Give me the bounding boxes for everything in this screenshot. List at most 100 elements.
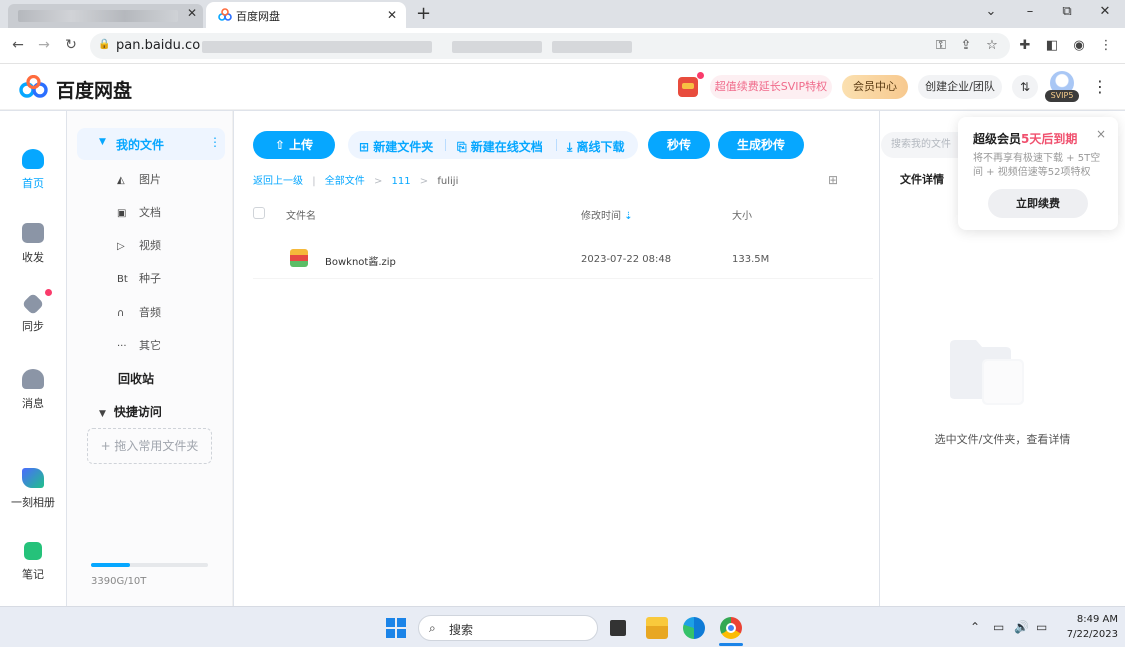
close-window-button[interactable]: ✕: [1090, 4, 1120, 19]
sidebar-item-quick-access[interactable]: ▼ 快捷访问: [99, 403, 162, 420]
share-icon: [22, 223, 44, 243]
extensions-icon[interactable]: ✚: [1016, 38, 1034, 53]
system-clock[interactable]: 8:49 AM 7/22/2023: [1062, 612, 1118, 642]
breadcrumb-back[interactable]: 返回上一级: [253, 176, 303, 187]
rail-item-messages[interactable]: 消息: [0, 369, 66, 411]
gift-chest-icon[interactable]: [678, 77, 698, 97]
svip-promo-button[interactable]: 超值续费延长SVIP特权: [710, 75, 832, 99]
table-header: 文件名 修改时间 ⇣ 大小: [253, 207, 873, 222]
windows-start-icon[interactable]: [386, 618, 406, 638]
new-folder-label: 新建文件夹: [373, 140, 434, 154]
popup-description: 将不再享有极速下载 + 5T空间 + 视频倍速等52项特权: [973, 153, 1101, 178]
sidebar-item-images[interactable]: ◭ 图片: [117, 171, 161, 187]
rail-item-album[interactable]: 一刻相册: [0, 468, 66, 510]
breadcrumb-separator: >: [419, 176, 429, 187]
close-tab-icon[interactable]: ✕: [184, 5, 200, 21]
edge-browser-icon[interactable]: [683, 617, 705, 639]
rail-item-sync[interactable]: 同步: [0, 292, 66, 334]
browser-tab-active[interactable]: 百度网盘 ✕: [206, 2, 406, 28]
torrent-icon: Bt: [117, 274, 128, 285]
upload-button[interactable]: ⇧ 上传: [253, 131, 335, 159]
more-options-icon[interactable]: ⋮: [209, 135, 221, 149]
sidebar-item-my-files[interactable]: ▼ 我的文件 ⋮: [77, 128, 225, 160]
rail-item-notes[interactable]: 笔记: [0, 542, 66, 582]
column-header-name[interactable]: 文件名: [286, 207, 316, 222]
key-icon[interactable]: ⚿: [932, 38, 950, 53]
column-header-modified[interactable]: 修改时间 ⇣: [581, 207, 633, 222]
select-all-checkbox[interactable]: [253, 207, 265, 219]
sidebar-item-videos[interactable]: ▷ 视频: [117, 237, 161, 253]
tray-device-icon[interactable]: ▭: [993, 620, 1004, 634]
sort-down-icon: ⇣: [624, 211, 633, 222]
create-team-button[interactable]: 创建企业/团队: [918, 75, 1002, 99]
profile-icon[interactable]: ◉: [1070, 38, 1088, 53]
generate-instant-link-button[interactable]: 生成秒传: [718, 131, 804, 159]
doc-plus-icon: ⎘: [457, 140, 471, 154]
bookmark-star-icon[interactable]: ☆: [983, 38, 1001, 53]
volume-icon[interactable]: 🔊: [1014, 620, 1029, 634]
maximize-button[interactable]: ⧉: [1052, 4, 1082, 19]
url-input[interactable]: 🔒 pan.baidu.co ⚿ ⇪ ☆: [90, 33, 1010, 59]
reload-icon[interactable]: ↻: [62, 37, 80, 53]
rail-item-label: 同步: [22, 320, 44, 333]
breadcrumb-all-files[interactable]: 全部文件: [325, 176, 365, 187]
sidebar-item-torrents[interactable]: Bt 种子: [117, 270, 161, 286]
tab-search-icon[interactable]: ⌄: [976, 4, 1006, 19]
upload-label: 上传: [289, 138, 314, 152]
battery-icon[interactable]: ▭: [1036, 620, 1047, 634]
detail-title: 文件详情: [900, 173, 944, 186]
browser-tab-bar: ✕ 百度网盘 ✕ + ⌄ – ⧉ ✕: [0, 0, 1125, 28]
rail-item-label: 消息: [22, 397, 44, 410]
image-icon: ◭: [117, 175, 125, 186]
storage-quota-text: 3390G/10T: [91, 576, 147, 587]
browser-tab-blurred[interactable]: [8, 4, 203, 28]
taskbar-search[interactable]: ⌕ 搜索: [418, 615, 598, 641]
lock-icon: 🔒: [98, 39, 111, 50]
breadcrumb-folder[interactable]: 111: [392, 176, 411, 187]
close-icon[interactable]: ×: [1096, 127, 1106, 141]
sidebar-item-recycle[interactable]: 回收站: [118, 370, 154, 387]
share-page-icon[interactable]: ⇪: [957, 38, 975, 53]
forward-arrow-icon[interactable]: →: [35, 37, 53, 53]
url-blur: [202, 41, 432, 53]
file-sidebar: ▼ 我的文件 ⋮ ◭ 图片 ▣ 文档 ▷ 视频 Bt 种子 ∩ 音频 ··· 其它 回收站 …: [67, 111, 233, 606]
column-header-size[interactable]: 大小: [732, 207, 752, 222]
file-explorer-icon[interactable]: [646, 617, 668, 639]
sidebar-item-others[interactable]: ··· 其它: [117, 337, 161, 353]
browser-menu-icon[interactable]: ⋮: [1097, 38, 1115, 53]
blurred-tab-title: [18, 10, 178, 22]
new-tab-button[interactable]: +: [416, 3, 431, 24]
side-panel-icon[interactable]: ◧: [1043, 38, 1061, 53]
sidebar-item-label: 音频: [139, 306, 161, 319]
transfer-list-button[interactable]: ⇅: [1012, 75, 1038, 99]
file-name[interactable]: Bowknot酱.zip: [325, 253, 396, 268]
sync-notification-dot: [45, 289, 52, 296]
close-tab-icon[interactable]: ✕: [384, 7, 400, 23]
sidebar-item-audio[interactable]: ∩ 音频: [117, 304, 161, 320]
minimize-button[interactable]: –: [1015, 4, 1045, 19]
instant-transfer-button[interactable]: 秒传: [648, 131, 710, 159]
tray-expand-icon[interactable]: ⌃: [970, 620, 980, 634]
table-row[interactable]: Bowknot酱.zip 2023-07-22 08:48 133.5M: [253, 243, 873, 279]
quick-access-drop-zone[interactable]: + 拖入常用文件夹: [87, 428, 212, 464]
new-folder-button[interactable]: ⊞ 新建文件夹: [359, 138, 433, 155]
sync-icon: [21, 292, 45, 316]
sidebar-item-docs[interactable]: ▣ 文档: [117, 204, 161, 220]
chrome-browser-icon[interactable]: [720, 617, 742, 639]
popup-title-prefix: 超级会员: [973, 132, 1022, 146]
rail-item-home[interactable]: 首页: [0, 149, 66, 191]
new-online-doc-button[interactable]: ⎘ 新建在线文档: [457, 138, 543, 155]
rail-item-share[interactable]: 收发: [0, 223, 66, 265]
os-taskbar: ⌕ 搜索 ⌃ ▭ 🔊 ▭ 8:49 AM 7/22/2023: [0, 606, 1125, 647]
task-view-icon[interactable]: [610, 620, 626, 636]
offline-download-button[interactable]: ⤓ 离线下载: [567, 138, 625, 155]
more-menu-icon[interactable]: ⋮: [1092, 77, 1108, 96]
album-icon: [22, 468, 44, 488]
sidebar-item-label: 种子: [139, 272, 161, 285]
vip-center-button[interactable]: 会员中心: [842, 75, 908, 99]
grid-view-icon[interactable]: ⊞: [828, 173, 838, 187]
back-arrow-icon[interactable]: ←: [9, 37, 27, 53]
renew-button[interactable]: 立即续费: [988, 189, 1088, 218]
storage-quota-bar: [91, 563, 208, 567]
caret-down-icon: ▼: [99, 137, 106, 147]
